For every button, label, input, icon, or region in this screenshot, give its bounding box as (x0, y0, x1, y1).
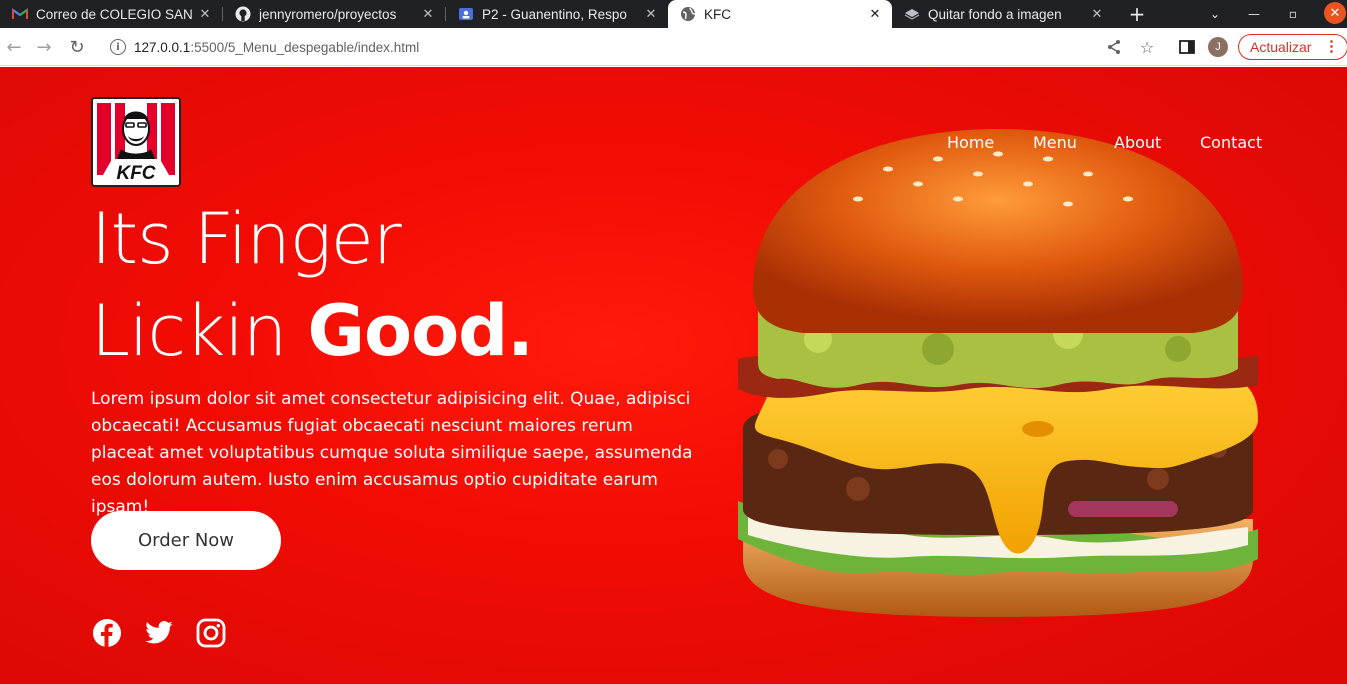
side-panel-icon[interactable] (1177, 37, 1197, 57)
tab-title: jennyromero/proyectos (259, 6, 397, 22)
forward-arrow-icon[interactable]: → (32, 35, 56, 59)
tab-remove-bg[interactable]: Quitar fondo a imagen ✕ (892, 0, 1114, 28)
url-host: 127.0.0.1 (134, 39, 191, 55)
burger-image (738, 129, 1258, 619)
chevron-down-icon[interactable]: ⌄ (1203, 0, 1227, 28)
profile-avatar[interactable]: J (1208, 37, 1228, 57)
browser-toolbar: ← → ↻ i 127.0.0.1:5500/5_Menu_despegable… (0, 28, 1347, 66)
url-text: 127.0.0.1:5500/5_Menu_despegable/index.h… (134, 40, 419, 55)
close-icon[interactable]: ✕ (196, 7, 214, 22)
tab-title: P2 - Guanentino, Respo (482, 6, 627, 22)
update-button[interactable]: Actualizar ⋮ (1238, 34, 1347, 60)
nav-contact[interactable]: Contact (1200, 133, 1262, 152)
url-path: :5500/5_Menu_despegable/index.html (190, 39, 420, 55)
kfc-logo-text: KFC (116, 163, 155, 184)
facebook-icon[interactable] (92, 618, 122, 648)
browser-tab-bar: Correo de COLEGIO SAN ✕ jennyromero/proy… (0, 0, 1347, 28)
github-icon (235, 6, 251, 22)
close-icon[interactable]: ✕ (1088, 7, 1106, 22)
tab-classroom[interactable]: P2 - Guanentino, Respo ✕ (446, 0, 668, 28)
back-arrow-icon[interactable]: ← (2, 35, 26, 59)
tab-gmail[interactable]: Correo de COLEGIO SAN ✕ (0, 0, 222, 28)
headline-bold: Good. (307, 290, 534, 372)
order-now-label: Order Now (137, 530, 235, 551)
headline-light: Lickin (91, 290, 308, 372)
instagram-icon[interactable] (196, 618, 226, 648)
tab-title: Quitar fondo a imagen (928, 6, 1062, 22)
close-icon[interactable]: ✕ (866, 7, 884, 22)
kfc-logo[interactable]: KFC (91, 97, 181, 187)
nav-menu[interactable]: Menu (1033, 133, 1077, 152)
share-icon[interactable] (1104, 37, 1124, 57)
update-label: Actualizar (1250, 39, 1312, 55)
layers-icon (904, 6, 920, 22)
headline-line-2: Lickin Good. (91, 285, 534, 377)
address-bar[interactable]: i 127.0.0.1:5500/5_Menu_despegable/index… (100, 33, 1168, 61)
reload-icon[interactable]: ↻ (65, 35, 89, 59)
minimize-icon[interactable]: — (1242, 0, 1266, 28)
nav-about[interactable]: About (1114, 133, 1161, 152)
globe-icon (680, 6, 696, 22)
order-now-button[interactable]: Order Now (91, 511, 281, 570)
nav-home[interactable]: Home (947, 133, 994, 152)
tab-title: Correo de COLEGIO SAN (36, 6, 193, 22)
new-tab-button[interactable]: + (1124, 0, 1150, 28)
tab-title: KFC (704, 6, 731, 22)
headline-line-1: Its Finger (91, 198, 402, 280)
star-icon[interactable]: ☆ (1137, 37, 1157, 57)
info-icon[interactable]: i (110, 39, 126, 55)
hero-headline: Its Finger Lickin Good. (91, 193, 534, 377)
tab-github[interactable]: jennyromero/proyectos ✕ (223, 0, 445, 28)
close-icon[interactable]: ✕ (642, 7, 660, 22)
classroom-icon (458, 6, 474, 22)
hero-description: Lorem ipsum dolor sit amet consectetur a… (91, 389, 693, 517)
more-vert-icon[interactable]: ⋮ (1324, 37, 1339, 55)
gmail-icon (12, 6, 28, 22)
tab-kfc[interactable]: KFC ✕ (668, 0, 892, 28)
close-icon[interactable]: ✕ (419, 7, 437, 22)
window-close-button[interactable]: ✕ (1324, 2, 1346, 24)
twitter-icon[interactable] (144, 618, 174, 648)
kfc-landing-page: KFC Home Menu About Contact Its Finger L… (0, 67, 1347, 684)
restore-icon[interactable]: ▫ (1281, 0, 1305, 28)
